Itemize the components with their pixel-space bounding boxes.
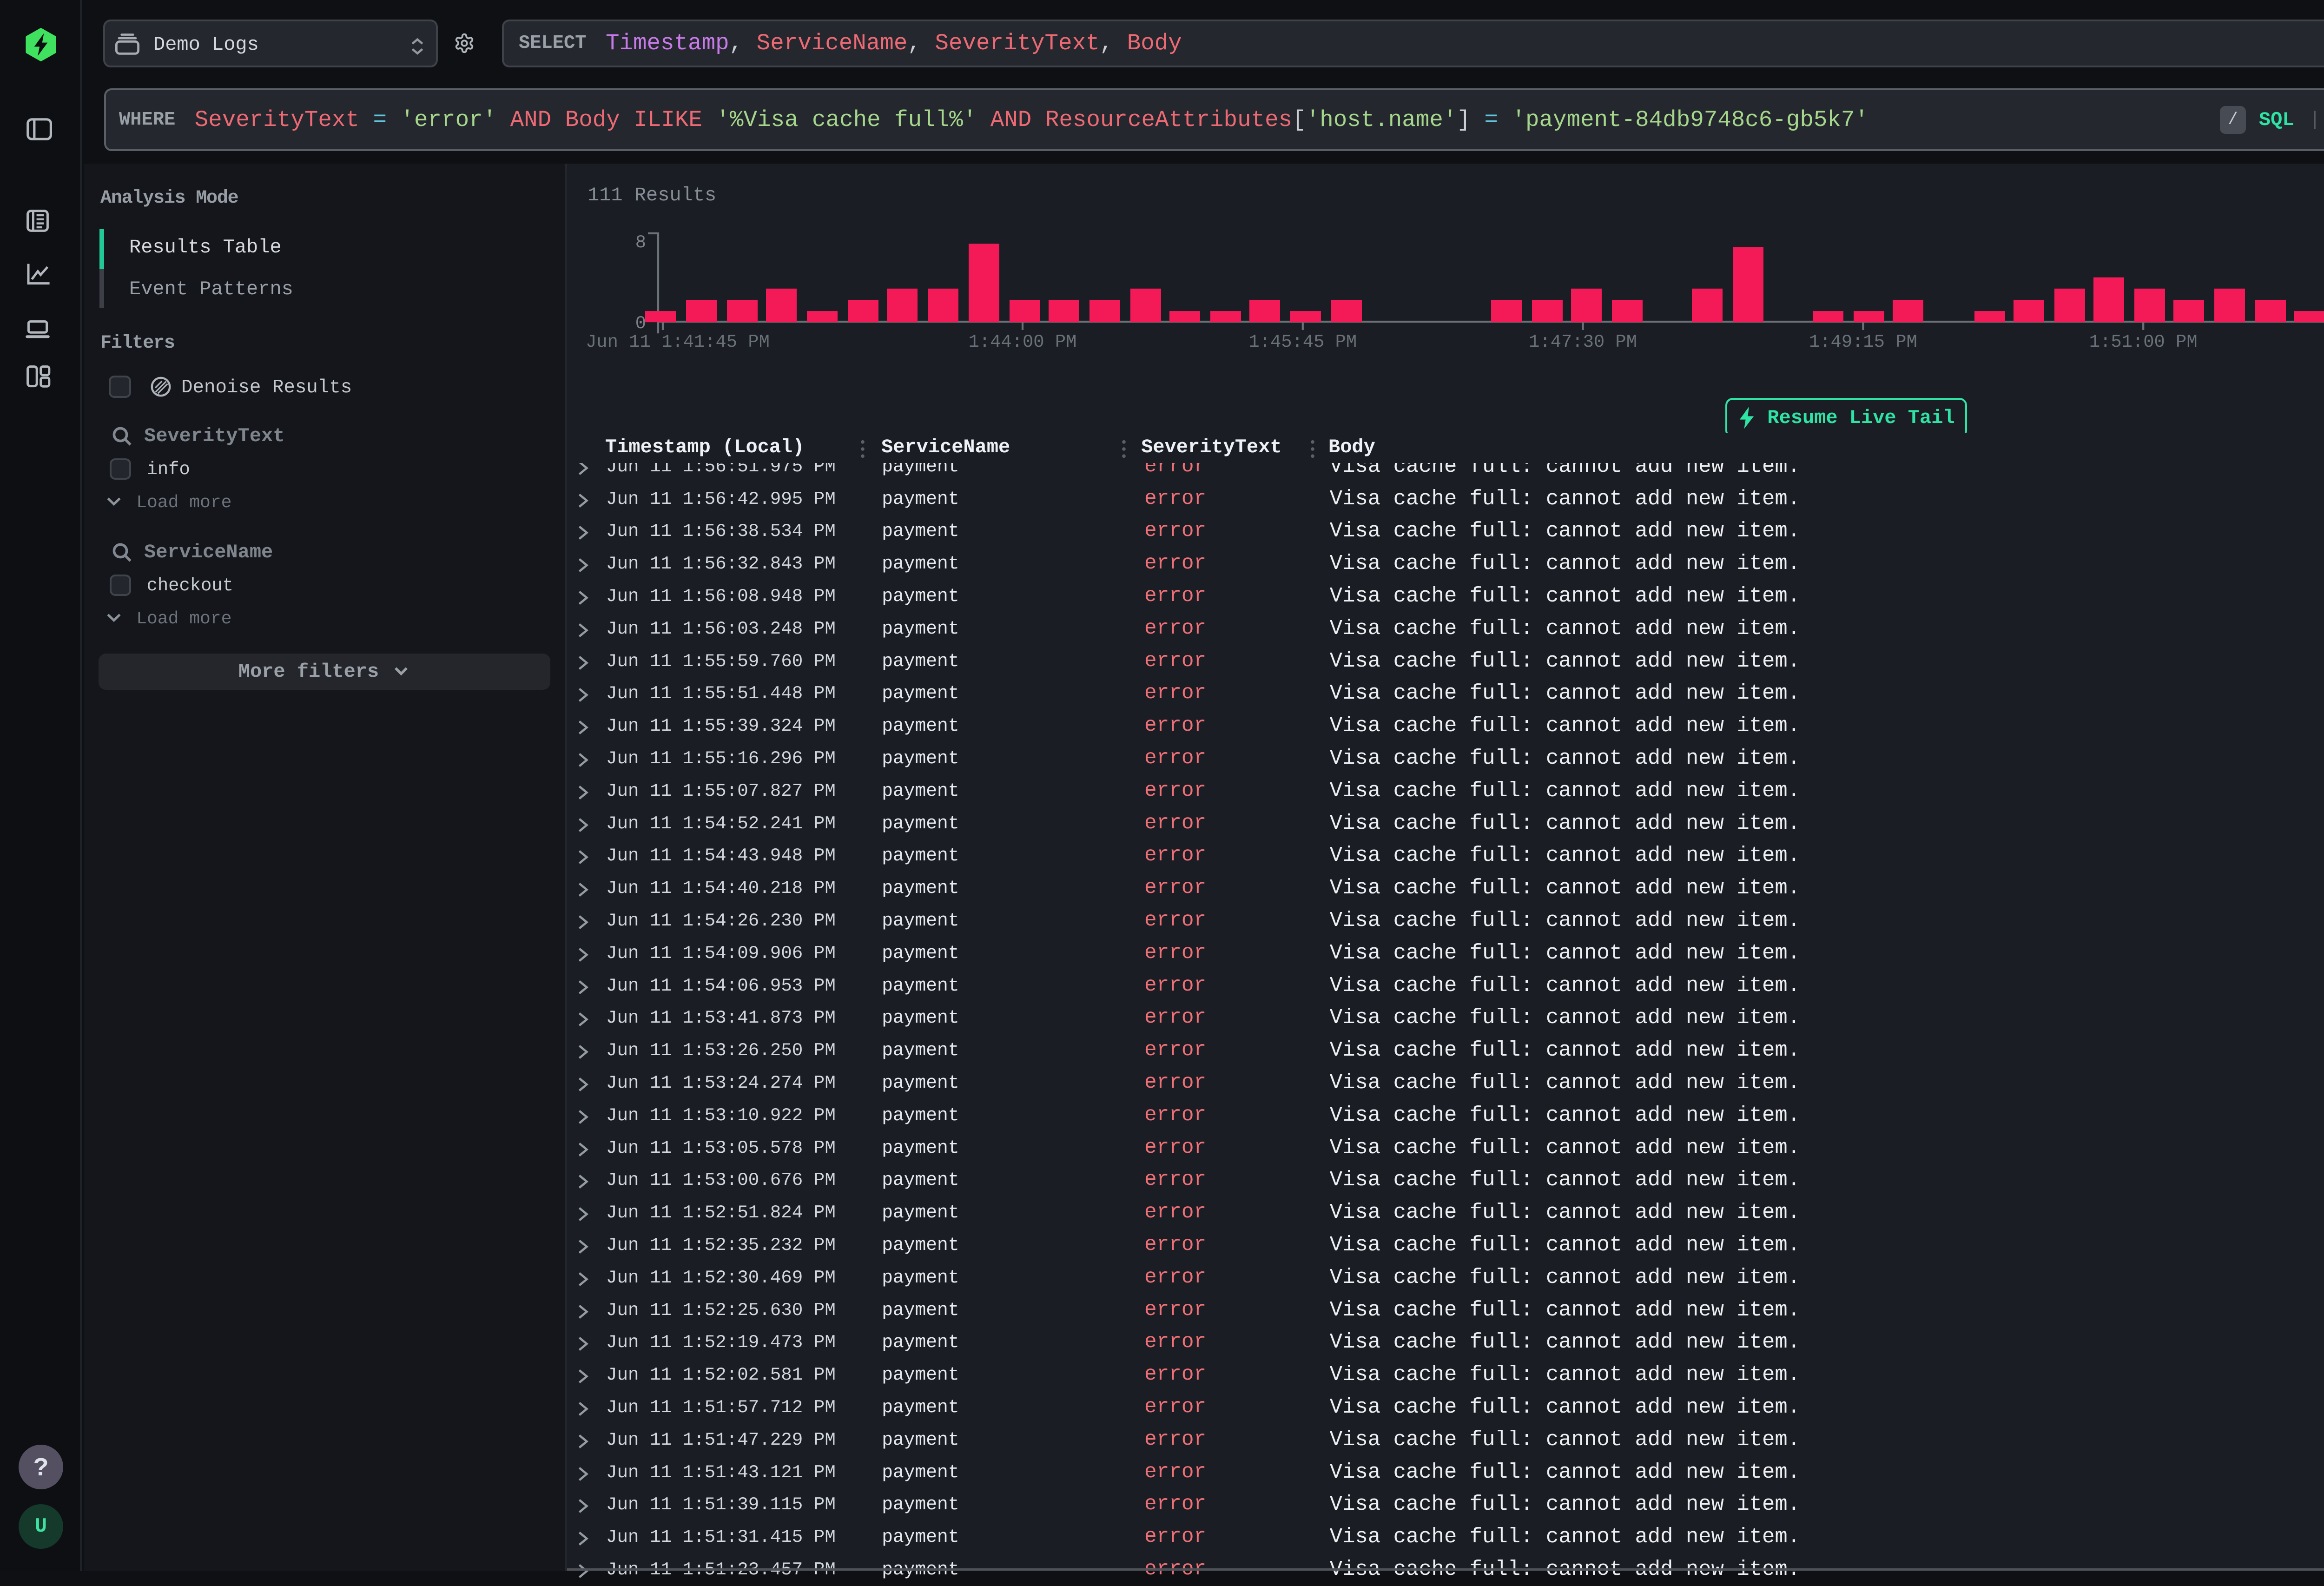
svg-text:1:47:30 PM: 1:47:30 PM [1529,332,1637,352]
svg-text:Jun 11 1:41:45 PM: Jun 11 1:41:45 PM [586,332,770,352]
svg-text:1:49:15 PM: 1:49:15 PM [1809,332,1917,352]
svg-text:1:51:00 PM: 1:51:00 PM [2089,332,2198,352]
svg-text:8: 8 [635,232,646,253]
svg-text:1:45:45 PM: 1:45:45 PM [1248,332,1357,352]
svg-text:0: 0 [635,313,646,334]
svg-text:1:44:00 PM: 1:44:00 PM [969,332,1077,352]
